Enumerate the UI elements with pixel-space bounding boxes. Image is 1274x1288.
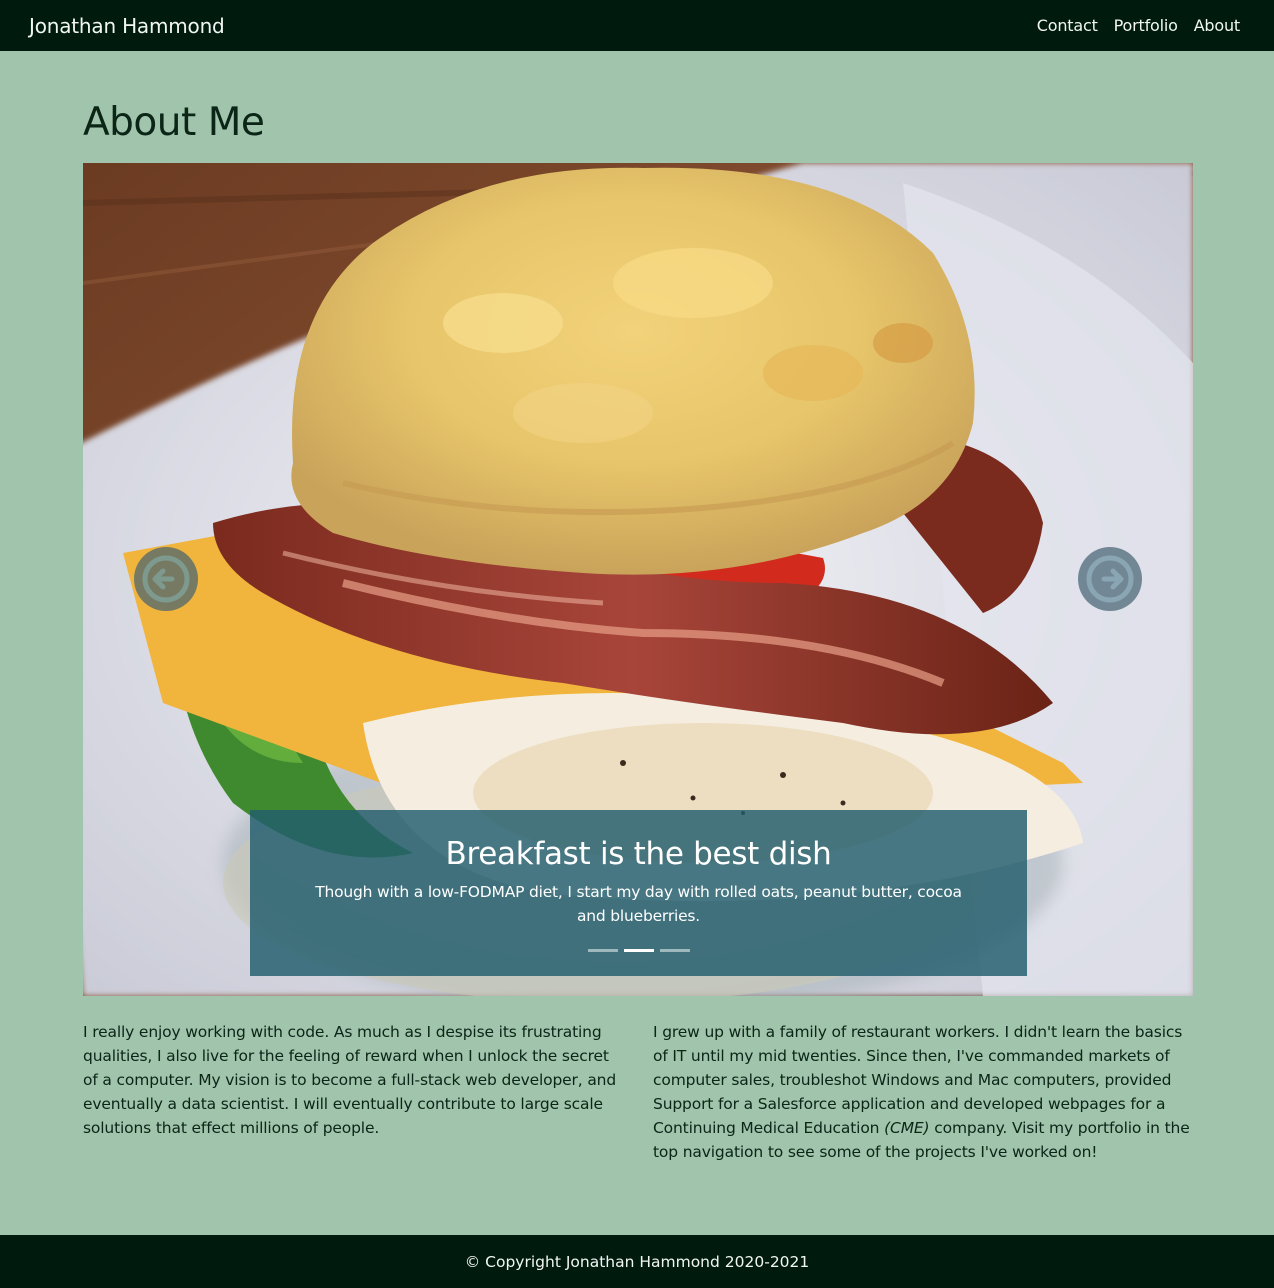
caption-title: Breakfast is the best dish bbox=[445, 836, 832, 872]
about-paragraph-background: I grew up with a family of restaurant wo… bbox=[653, 1020, 1193, 1164]
cme-abbreviation: (CME) bbox=[884, 1119, 930, 1137]
carousel-indicator-3[interactable] bbox=[659, 949, 690, 952]
page-title: About Me bbox=[83, 100, 265, 145]
carousel-prev-button[interactable] bbox=[134, 547, 198, 611]
caption-text: Though with a low-FODMAP diet, I start m… bbox=[315, 883, 962, 925]
nav-link-contact[interactable]: Contact bbox=[1037, 16, 1098, 35]
page-footer: © Copyright Jonathan Hammond 2020-2021 bbox=[0, 1235, 1274, 1288]
footer-copyright: © Copyright Jonathan Hammond 2020-2021 bbox=[464, 1252, 810, 1271]
carousel-indicators bbox=[250, 949, 1027, 952]
nav-link-about[interactable]: About bbox=[1194, 16, 1241, 35]
top-navbar: Jonathan Hammond Contact Portfolio About bbox=[0, 0, 1274, 51]
arrow-right-circle-icon bbox=[1086, 555, 1134, 603]
nav-links: Contact Portfolio About bbox=[1037, 16, 1240, 35]
about-paragraph-code: I really enjoy working with code. As muc… bbox=[83, 1023, 617, 1137]
photo-carousel[interactable]: Breakfast is the best dish Though with a… bbox=[83, 163, 1193, 996]
carousel-caption: Breakfast is the best dish Though with a… bbox=[250, 810, 1027, 976]
carousel-indicator-2[interactable] bbox=[623, 949, 654, 952]
carousel-indicator-1[interactable] bbox=[587, 949, 618, 952]
brand-link[interactable]: Jonathan Hammond bbox=[29, 14, 225, 38]
carousel-next-button[interactable] bbox=[1078, 547, 1142, 611]
nav-link-portfolio[interactable]: Portfolio bbox=[1114, 16, 1178, 35]
arrow-left-circle-icon bbox=[142, 555, 190, 603]
